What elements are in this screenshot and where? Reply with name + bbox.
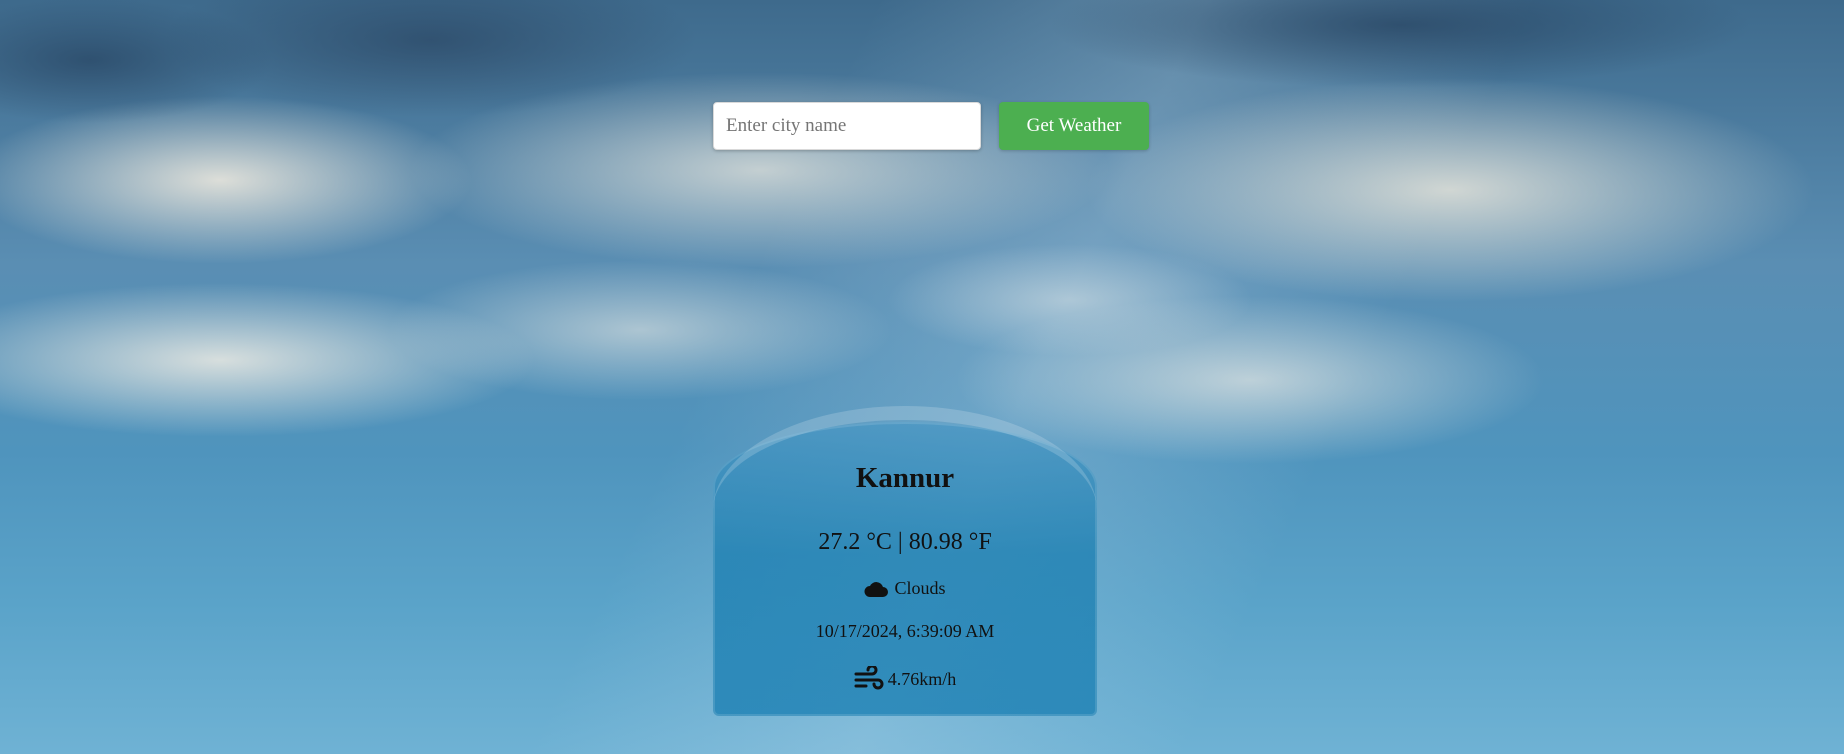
temperature-separator: | [897, 529, 903, 555]
city-name: Kannur [855, 462, 955, 494]
get-weather-button[interactable]: Get Weather [999, 102, 1149, 150]
cloud-icon [864, 580, 889, 598]
temperature-readout: 27.2 °C | 80.98 °F [713, 529, 1097, 556]
weather-card: Kannur 27.2 °C | 80.98 °F Clouds 10/17/202… [713, 406, 1097, 716]
local-datetime: 10/17/2024, 6:39:09 AM [815, 621, 995, 641]
search-bar: Get Weather [713, 102, 1149, 150]
weather-condition: Clouds [713, 578, 1097, 599]
condition-label: Clouds [894, 578, 946, 598]
temperature-fahrenheit: 80.98 °F [908, 529, 992, 555]
city-search-input[interactable] [713, 102, 981, 150]
wind-icon [854, 666, 884, 692]
wind-info: 4.76km/h [713, 666, 1097, 692]
temperature-celsius: 27.2 °C [818, 529, 892, 555]
wind-speed: 4.76km/h [887, 668, 957, 689]
